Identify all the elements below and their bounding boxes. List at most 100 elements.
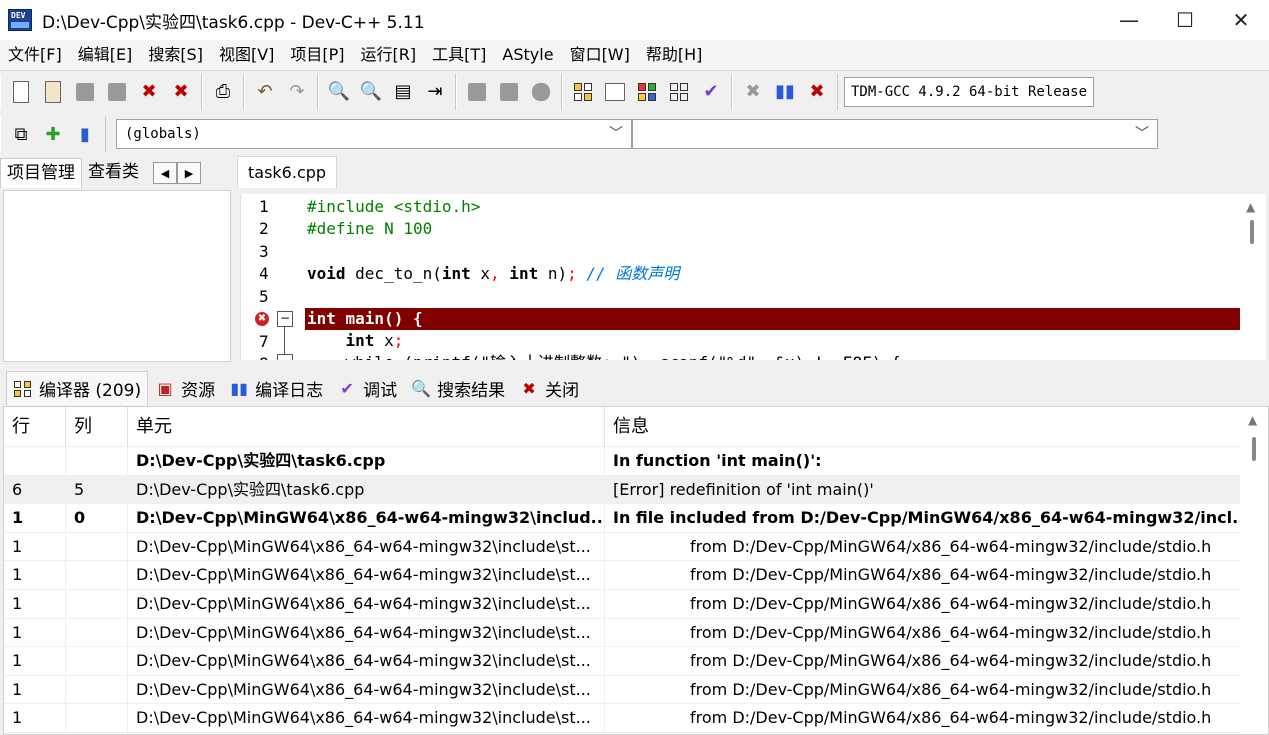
open-file-button[interactable] <box>40 78 66 106</box>
cell-info: [Error] redefinition of 'int main()' <box>605 475 1241 504</box>
minimize-button[interactable]: — <box>1101 0 1157 40</box>
menu-tools[interactable]: 工具[T] <box>424 40 494 70</box>
menu-window[interactable]: 窗口[W] <box>562 40 638 70</box>
remove-from-project-button[interactable]: ▮ <box>72 120 98 148</box>
new-file-button[interactable] <box>8 78 34 106</box>
close-window-button[interactable]: ✕ <box>1213 0 1269 40</box>
fold-collapse-icon[interactable]: − <box>277 354 293 360</box>
table-row[interactable]: 1 D:\Dev-Cpp\MinGW64\x86_64-w64-mingw32\… <box>4 532 1241 562</box>
cell-unit: D:\Dev-Cpp\实验四\task6.cpp <box>128 475 605 504</box>
keyword: int <box>307 331 375 350</box>
tab-next-button[interactable]: ▶ <box>177 162 201 184</box>
error-marker-icon[interactable]: ✖ <box>255 312 269 326</box>
unindent-button[interactable] <box>496 78 522 106</box>
print-button[interactable]: ⎙ <box>210 78 236 106</box>
editor-tab-task6[interactable]: task6.cpp <box>237 156 338 188</box>
symbol: ; <box>393 331 404 350</box>
table-row[interactable]: 1 D:\Dev-Cpp\MinGW64\x86_64-w64-mingw32\… <box>4 647 1241 676</box>
tab-compile-log[interactable]: ▮▮ 编译日志 <box>222 371 330 405</box>
replace-button[interactable]: 🔍 <box>358 78 384 106</box>
compile-run-button[interactable] <box>634 78 660 106</box>
line-number: 3 <box>259 242 269 261</box>
project-options-button[interactable]: ⧉ <box>8 120 34 148</box>
cell-col <box>66 618 128 647</box>
table-row[interactable]: D:\Dev-Cpp\实验四\task6.cpp In function 'in… <box>4 447 1241 476</box>
close-file-button[interactable]: ✖ <box>136 78 162 106</box>
menu-view[interactable]: 视图[V] <box>211 40 282 70</box>
scroll-thumb[interactable] <box>1250 220 1254 244</box>
menu-help[interactable]: 帮助[H] <box>638 40 711 70</box>
table-row[interactable]: 1 D:\Dev-Cpp\MinGW64\x86_64-w64-mingw32\… <box>4 675 1241 705</box>
undo-button[interactable]: ↶ <box>252 78 278 106</box>
cell-unit: D:\Dev-Cpp\MinGW64\x86_64-w64-mingw32\in… <box>128 532 605 561</box>
tab-prev-button[interactable]: ◀ <box>153 162 177 184</box>
table-row[interactable]: 1 D:\Dev-Cpp\MinGW64\x86_64-w64-mingw32\… <box>4 561 1241 590</box>
delete-profile-button[interactable]: ✖ <box>804 78 830 106</box>
main-toolbar: ✖ ✖ ⎙ ↶ ↷ 🔍 🔍 ▤ ⇥ ✔ ✖ ▮▮ ✖ TDM-GCC 4.9.2… <box>0 70 1269 112</box>
editor-scrollbar[interactable]: ▲ <box>1240 194 1266 360</box>
list-scrollbar[interactable]: ▲ <box>1240 407 1268 734</box>
cell-info: from D:/Dev-Cpp/MinGW64/x86_64-w64-mingw… <box>605 618 1241 647</box>
tab-class-browser[interactable]: 查看类 <box>82 158 145 188</box>
tab-close[interactable]: ✖ 关闭 <box>512 371 586 405</box>
project-tree-panel[interactable] <box>3 190 231 362</box>
menu-edit[interactable]: 编辑[E] <box>70 40 141 70</box>
compiler-messages-list[interactable]: 行 列 单元 信息 D:\Dev-Cpp\实验四\task6.cpp In fu… <box>3 406 1269 735</box>
table-row[interactable]: 1 D:\Dev-Cpp\MinGW64\x86_64-w64-mingw32\… <box>4 590 1241 619</box>
compile-button[interactable] <box>570 78 596 106</box>
find-button[interactable]: 🔍 <box>326 78 352 106</box>
scroll-thumb[interactable] <box>1252 437 1256 461</box>
syntax-check-button[interactable]: ✔ <box>698 78 724 106</box>
cell-row: 1 <box>4 618 66 647</box>
scroll-up-icon[interactable]: ▲ <box>1248 413 1257 427</box>
menu-search[interactable]: 搜索[S] <box>140 40 211 70</box>
table-row[interactable]: 1 D:\Dev-Cpp\MinGW64\x86_64-w64-mingw32\… <box>4 704 1241 733</box>
table-row[interactable]: 1 0 D:\Dev-Cpp\MinGW64\x86_64-w64-mingw3… <box>4 504 1241 533</box>
menu-project[interactable]: 项目[P] <box>282 40 352 70</box>
maximize-button[interactable]: ☐ <box>1157 0 1213 40</box>
toggle-comment-button[interactable] <box>528 78 554 106</box>
scroll-up-icon[interactable]: ▲ <box>1246 200 1255 214</box>
tab-resources[interactable]: ▣ 资源 <box>148 371 222 405</box>
symbol: ; <box>567 264 577 283</box>
rebuild-button[interactable] <box>666 78 692 106</box>
table-row[interactable]: 1 D:\Dev-Cpp\MinGW64\x86_64-w64-mingw32\… <box>4 618 1241 648</box>
header-unit[interactable]: 单元 <box>128 407 605 447</box>
symbol-combo[interactable]: ﹀ <box>632 119 1158 149</box>
header-row[interactable]: 行 <box>4 407 66 447</box>
goto-function-button[interactable]: ⇥ <box>422 78 448 106</box>
save-button[interactable] <box>72 78 98 106</box>
menu-bar: 文件[F] 编辑[E] 搜索[S] 视图[V] 项目[P] 运行[R] 工具[T… <box>0 40 1269 70</box>
header-col[interactable]: 列 <box>66 407 128 447</box>
debug-toolbar-group: ✖ ▮▮ ✖ <box>732 73 838 110</box>
profile-button[interactable]: ▮▮ <box>772 78 798 106</box>
tab-compiler[interactable]: 编译器 (209) <box>6 371 149 405</box>
tab-debug[interactable]: ✔ 调试 <box>330 371 404 405</box>
menu-file[interactable]: 文件[F] <box>0 40 70 70</box>
bar-chart-icon: ▮▮ <box>230 378 248 398</box>
close-all-button[interactable]: ✖ <box>168 78 194 106</box>
menu-run[interactable]: 运行[R] <box>353 40 425 70</box>
cell-unit: D:\Dev-Cpp\MinGW64\x86_64-w64-mingw32\in… <box>128 561 605 590</box>
redo-icon: ↷ <box>289 81 305 102</box>
indent-button[interactable] <box>464 78 490 106</box>
table-row[interactable]: 6 5 D:\Dev-Cpp\实验四\task6.cpp [Error] red… <box>4 475 1241 505</box>
menu-astyle[interactable]: AStyle <box>494 40 561 70</box>
cell-unit: D:\Dev-Cpp\MinGW64\x86_64-w64-mingw32\in… <box>128 704 605 733</box>
tab-project-manager[interactable]: 项目管理 <box>0 158 82 188</box>
add-to-project-button[interactable]: ✚ <box>40 120 66 148</box>
scope-combo[interactable]: (globals) ﹀ <box>116 119 632 149</box>
code-editor[interactable]: 1 2 3 4 5 ✖ − 7 8 − #include <stdio.h> #… <box>240 194 1266 360</box>
goto-line-button[interactable]: ▤ <box>390 78 416 106</box>
save-all-button[interactable] <box>104 78 130 106</box>
tab-search-results[interactable]: 🔍 搜索结果 <box>404 371 512 405</box>
redo-button[interactable]: ↷ <box>284 78 310 106</box>
compiler-select[interactable]: TDM-GCC 4.9.2 64-bit Release <box>844 76 1094 107</box>
header-info[interactable]: 信息 <box>605 407 1241 447</box>
run-button[interactable] <box>602 78 628 106</box>
fold-collapse-icon[interactable]: − <box>277 311 293 327</box>
rebuild-icon <box>670 82 688 101</box>
cell-col <box>66 447 128 475</box>
devcpp-app-icon[interactable]: DEV <box>8 9 32 31</box>
stop-button[interactable]: ✖ <box>740 78 766 106</box>
